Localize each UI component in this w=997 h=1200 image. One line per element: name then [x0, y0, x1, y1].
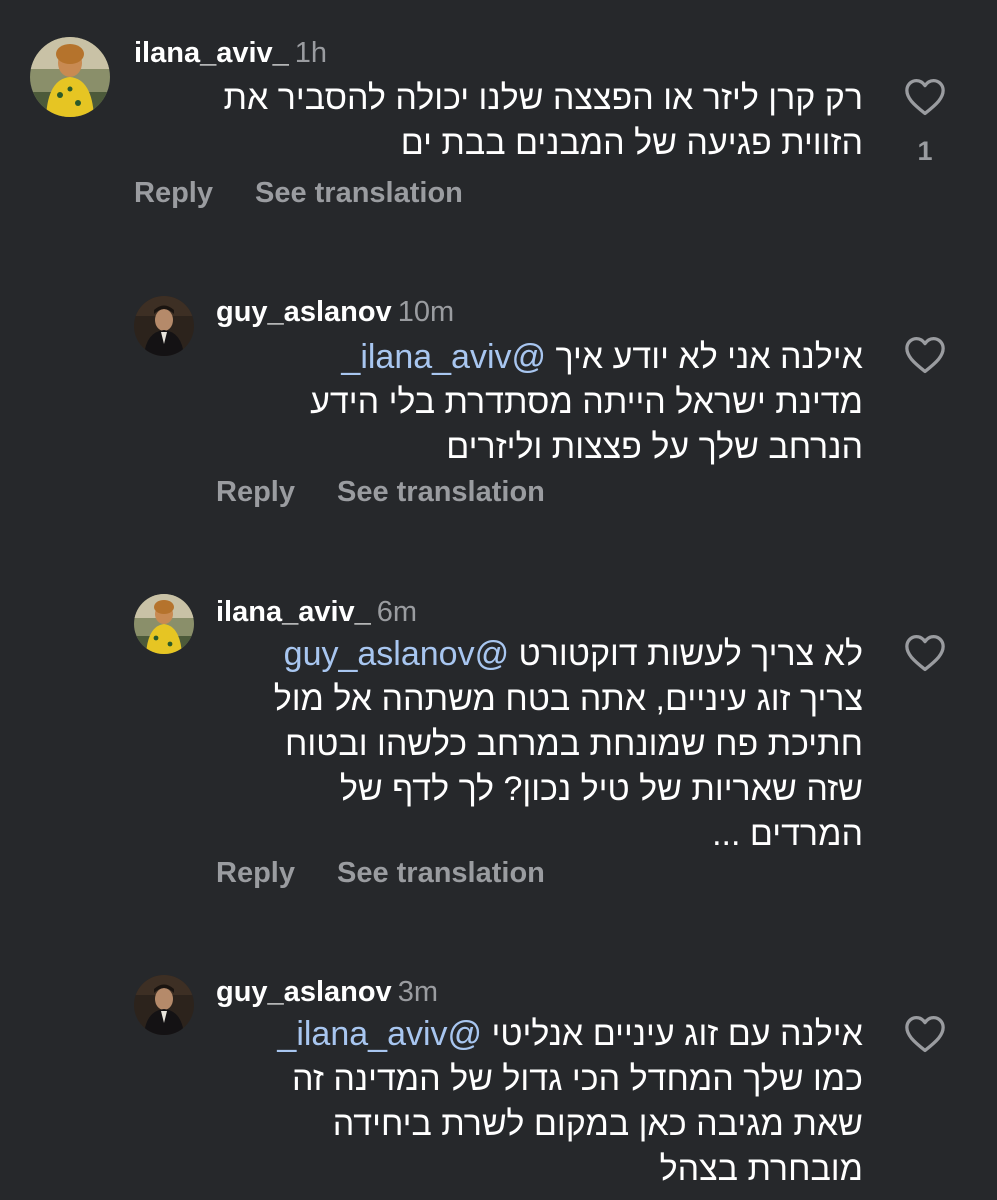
mention-link[interactable]: @ilana_aviv_	[277, 1015, 482, 1053]
reply-button[interactable]: Reply	[216, 857, 295, 889]
see-translation-button[interactable]: See translation	[337, 476, 545, 508]
comment-line: הזווית פגיעה של המבנים בבת ים	[400, 124, 863, 162]
avatar[interactable]	[134, 975, 194, 1035]
heart-outline-icon[interactable]	[900, 78, 950, 116]
comment-line: אילנה עם זוג עיניים אנליטי @ilana_aviv_	[277, 1015, 863, 1053]
comment-header: guy_aslanov 10m	[216, 295, 454, 329]
comment-text: לא צריך לעשות דוקטורט @guy_aslanov צריך …	[274, 632, 863, 857]
comment-text: אילנה אני לא יודע איך @ilana_aviv_ מדינת…	[310, 335, 863, 470]
timestamp: 10m	[397, 296, 455, 328]
comment-header: ilana_aviv_ 6m	[216, 595, 417, 629]
comment-header: ilana_aviv_ 1h	[134, 36, 327, 70]
comment-line: מדינת ישראל הייתה מסתדרת בלי הידע	[310, 383, 863, 421]
comment-line: צריך זוג עיניים, אתה בטח משתהה אל מול	[273, 680, 863, 718]
comment-line: מובחרת בצהל	[659, 1150, 863, 1188]
like-control: 1	[900, 78, 950, 167]
comment-line: רק קרן ליזר או הפצצה שלנו יכולה להסביר א…	[223, 79, 863, 117]
comment-text: רק קרן ליזר או הפצצה שלנו יכולה להסביר א…	[223, 76, 863, 166]
avatar[interactable]	[134, 296, 194, 356]
comment-actions: Reply See translation	[134, 176, 463, 210]
reply-button[interactable]: Reply	[134, 177, 213, 209]
comment-item: ilana_aviv_ 1h רק קרן ליזר או הפצצה שלנו …	[0, 0, 997, 260]
see-translation-button[interactable]: See translation	[255, 177, 463, 209]
comment-line: כמו שלך המחדל הכי גדול של המדינה זה	[292, 1060, 863, 1098]
username[interactable]: guy_aslanov	[216, 296, 392, 328]
heart-outline-icon[interactable]	[900, 1015, 950, 1053]
comment-line: הנרחב שלך על פצצות וליזרים	[446, 428, 863, 466]
reply-button[interactable]: Reply	[216, 476, 295, 508]
like-control	[900, 336, 950, 374]
comment-line: לא צריך לעשות דוקטורט @guy_aslanov	[283, 635, 863, 673]
heart-outline-icon[interactable]	[900, 336, 950, 374]
like-control	[900, 634, 950, 672]
username[interactable]: ilana_aviv_	[134, 37, 289, 69]
mention-link[interactable]: @ilana_aviv_	[341, 338, 546, 376]
heart-outline-icon[interactable]	[900, 634, 950, 672]
like-control	[900, 1015, 950, 1053]
comment-line: אילנה אני לא יודע איך @ilana_aviv_	[341, 338, 863, 376]
comment-actions: Reply See translation	[216, 475, 545, 509]
comment-header: guy_aslanov 3m	[216, 975, 438, 1009]
comment-line: שאת מגיבה כאן במקום לשרת ביחידה	[332, 1105, 863, 1143]
comment-line: שזה שאריות של טיל נכון? לך לדף של	[339, 770, 863, 808]
username[interactable]: guy_aslanov	[216, 976, 392, 1008]
comment-text: אילנה עם זוג עיניים אנליטי @ilana_aviv_ …	[277, 1012, 863, 1192]
timestamp: 6m	[376, 596, 418, 628]
username[interactable]: ilana_aviv_	[216, 596, 371, 628]
mention-link[interactable]: @guy_aslanov	[284, 635, 509, 673]
comment-line: חתיכת פח שמונחת במרחב כלשהו ובטוח	[285, 725, 863, 763]
comment-line: המרדים ...	[712, 815, 863, 853]
avatar[interactable]	[30, 37, 110, 117]
comment-actions: Reply See translation	[216, 856, 545, 890]
see-translation-button[interactable]: See translation	[337, 857, 545, 889]
like-count: 1	[917, 136, 933, 166]
timestamp: 3m	[397, 976, 438, 1008]
timestamp: 1h	[294, 37, 328, 69]
avatar[interactable]	[134, 594, 194, 654]
